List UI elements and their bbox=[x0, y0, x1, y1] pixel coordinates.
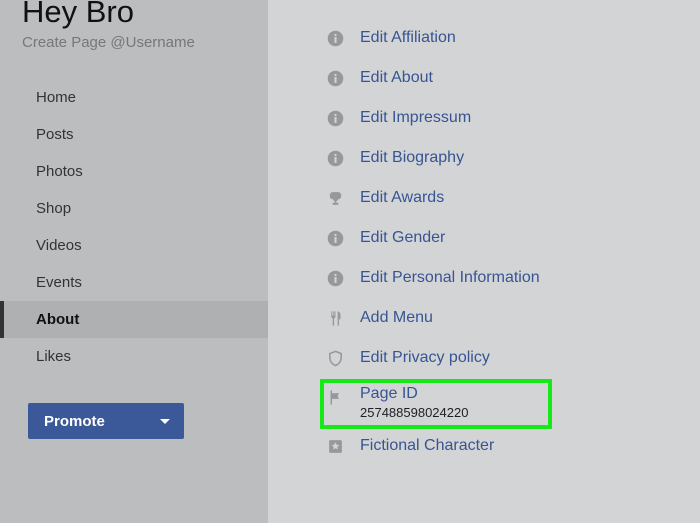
info-icon bbox=[324, 147, 346, 169]
create-username-link[interactable]: Create Page @Username bbox=[0, 30, 268, 51]
fictional-character-link[interactable]: Fictional Character bbox=[268, 426, 700, 466]
edit-link-label: Edit Biography bbox=[360, 149, 464, 167]
edit-list: Edit Affiliation Edit About Edit Impress… bbox=[268, 18, 700, 466]
edit-link-label: Add Menu bbox=[360, 309, 433, 327]
page-title: Hey Bro bbox=[0, 0, 268, 30]
edit-privacy-policy-link[interactable]: Edit Privacy policy bbox=[268, 338, 700, 378]
nav-list: Home Posts Photos Shop Videos Events Abo… bbox=[0, 79, 268, 375]
info-icon bbox=[324, 107, 346, 129]
edit-link-label: Edit Awards bbox=[360, 189, 444, 207]
edit-about-link[interactable]: Edit About bbox=[268, 58, 700, 98]
nav-item-shop[interactable]: Shop bbox=[0, 190, 268, 227]
page-id-block: Page ID 257488598024220 bbox=[360, 384, 468, 420]
star-box-icon bbox=[324, 435, 346, 457]
nav-item-likes[interactable]: Likes bbox=[0, 338, 268, 375]
edit-affiliation-link[interactable]: Edit Affiliation bbox=[268, 18, 700, 58]
nav-item-posts[interactable]: Posts bbox=[0, 116, 268, 153]
info-icon bbox=[324, 67, 346, 89]
add-menu-link[interactable]: Add Menu bbox=[268, 298, 700, 338]
page-id-value: 257488598024220 bbox=[360, 405, 468, 420]
promote-button[interactable]: Promote bbox=[28, 403, 184, 439]
info-icon bbox=[324, 27, 346, 49]
chevron-down-icon bbox=[160, 419, 170, 424]
edit-link-label: Edit Privacy policy bbox=[360, 349, 490, 367]
info-icon bbox=[324, 227, 346, 249]
utensils-icon bbox=[324, 307, 346, 329]
edit-link-label: Edit Impressum bbox=[360, 109, 471, 127]
nav-item-about[interactable]: About bbox=[0, 301, 268, 338]
edit-gender-link[interactable]: Edit Gender bbox=[268, 218, 700, 258]
edit-personal-info-link[interactable]: Edit Personal Information bbox=[268, 258, 700, 298]
flag-icon bbox=[324, 386, 346, 408]
nav-item-events[interactable]: Events bbox=[0, 264, 268, 301]
shield-icon bbox=[324, 347, 346, 369]
trophy-icon bbox=[324, 187, 346, 209]
edit-awards-link[interactable]: Edit Awards bbox=[268, 178, 700, 218]
edit-impressum-link[interactable]: Edit Impressum bbox=[268, 98, 700, 138]
edit-link-label: Edit Affiliation bbox=[360, 29, 456, 47]
nav-item-home[interactable]: Home bbox=[0, 79, 268, 116]
page-id-row: Page ID 257488598024220 bbox=[268, 378, 700, 426]
nav-item-photos[interactable]: Photos bbox=[0, 153, 268, 190]
edit-link-label: Edit About bbox=[360, 69, 433, 87]
sidebar: Hey Bro Create Page @Username Home Posts… bbox=[0, 0, 268, 523]
info-icon bbox=[324, 267, 346, 289]
main-content: Edit Affiliation Edit About Edit Impress… bbox=[268, 0, 700, 523]
promote-button-label: Promote bbox=[44, 413, 105, 430]
edit-link-label: Fictional Character bbox=[360, 437, 494, 455]
edit-link-label: Edit Personal Information bbox=[360, 269, 540, 287]
edit-link-label: Edit Gender bbox=[360, 229, 445, 247]
page-id-label: Page ID bbox=[360, 384, 468, 403]
nav-item-videos[interactable]: Videos bbox=[0, 227, 268, 264]
edit-biography-link[interactable]: Edit Biography bbox=[268, 138, 700, 178]
